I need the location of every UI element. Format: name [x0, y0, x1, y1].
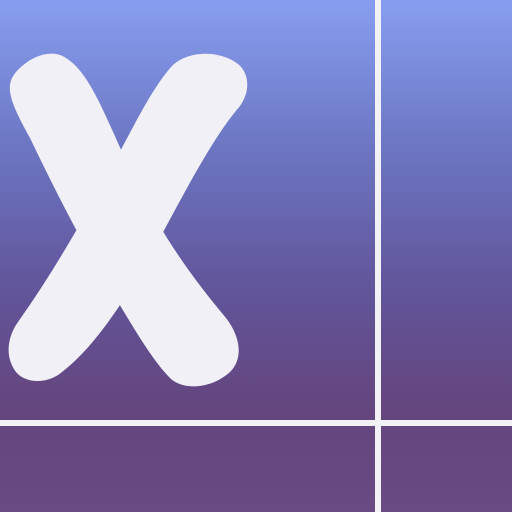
- x-mark-icon: [8, 53, 248, 387]
- tic-tac-toe-app-icon: [0, 0, 512, 512]
